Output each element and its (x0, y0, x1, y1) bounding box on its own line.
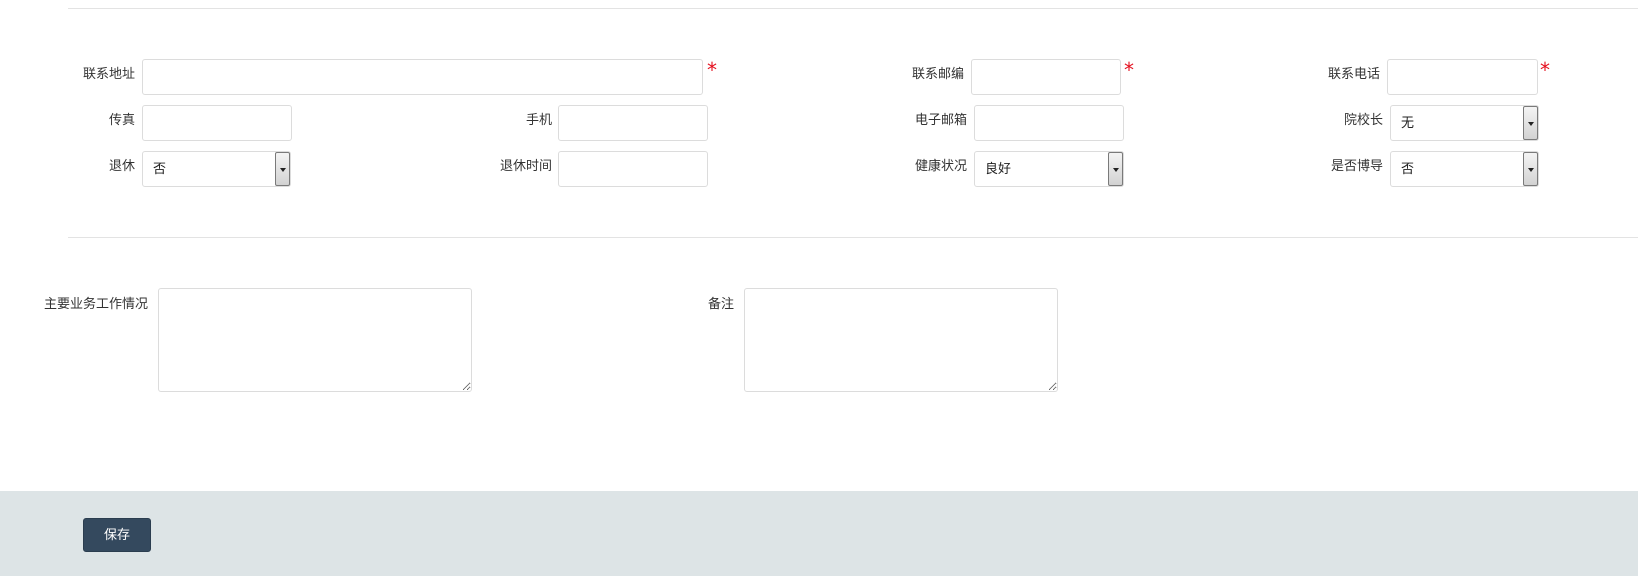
chevron-down-icon[interactable] (275, 152, 290, 186)
phd-supervisor-select[interactable]: 否 (1390, 151, 1539, 187)
section-divider (68, 237, 1638, 238)
retired-select[interactable]: 否 (142, 151, 291, 187)
save-button[interactable]: 保存 (83, 518, 151, 552)
president-select[interactable]: 无 (1390, 105, 1539, 141)
chevron-down-icon[interactable] (1108, 152, 1123, 186)
address-label: 联系地址 (82, 67, 135, 82)
main-work-label: 主要业务工作情况 (43, 297, 148, 312)
president-select-value: 无 (1401, 116, 1415, 131)
footer-bar (0, 491, 1638, 576)
remark-label: 备注 (707, 297, 734, 312)
retire-time-input[interactable] (558, 151, 708, 187)
phone-input[interactable] (1387, 59, 1538, 95)
mobile-label: 手机 (525, 113, 552, 128)
chevron-down-icon[interactable] (1523, 152, 1538, 186)
email-label: 电子邮箱 (914, 113, 967, 128)
main-work-textarea[interactable] (158, 288, 472, 392)
phd-supervisor-select-value: 否 (1401, 162, 1415, 177)
phd-supervisor-label: 是否博导 (1330, 159, 1383, 174)
president-label: 院校长 (1343, 113, 1383, 128)
postcode-label: 联系邮编 (911, 67, 964, 82)
fax-input[interactable] (142, 105, 292, 141)
health-select[interactable]: 良好 (974, 151, 1124, 187)
health-label: 健康状况 (914, 159, 967, 174)
phone-required-mark: * (1540, 58, 1550, 82)
mobile-input[interactable] (558, 105, 708, 141)
chevron-down-icon[interactable] (1523, 106, 1538, 140)
retired-label: 退休 (108, 159, 135, 174)
postcode-input[interactable] (971, 59, 1121, 95)
remark-textarea[interactable] (744, 288, 1058, 392)
health-select-value: 良好 (985, 162, 1012, 177)
phone-label: 联系电话 (1327, 67, 1380, 82)
email-input[interactable] (974, 105, 1124, 141)
retire-time-label: 退休时间 (499, 159, 552, 174)
top-divider (68, 8, 1638, 9)
address-required-mark: * (707, 58, 717, 82)
retired-select-value: 否 (153, 162, 167, 177)
postcode-required-mark: * (1124, 58, 1134, 82)
fax-label: 传真 (108, 113, 135, 128)
address-input[interactable] (142, 59, 703, 95)
